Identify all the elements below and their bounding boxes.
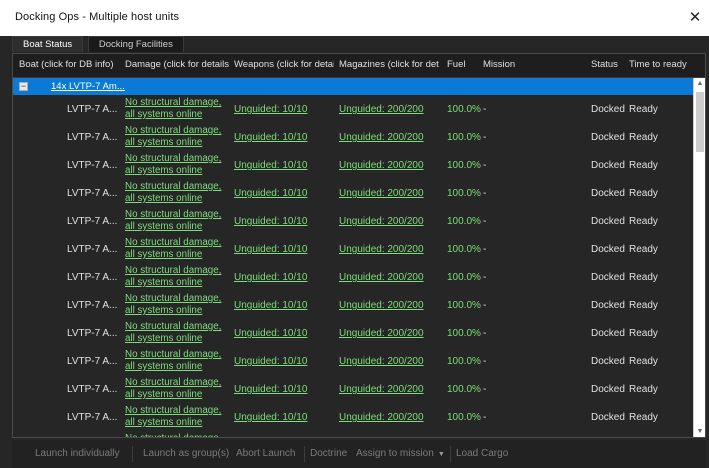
damage-link[interactable]: No structural damage [125,433,229,437]
table-row[interactable]: LVTP-7 A... No structural damage, all sys… [13,179,694,207]
damage-link[interactable]: No structural damage, all systems online [125,125,229,153]
tab-docking-facilities[interactable]: Docking Facilities [87,36,184,52]
damage-link[interactable]: No structural damage, all systems online [125,153,229,181]
docking-ops-window: Docking Ops - Multiple host units ✕ Boat… [0,0,709,468]
damage-link[interactable]: No structural damage, all systems online [125,181,229,209]
launch-as-group-button[interactable]: Launch as group(s) [143,448,229,459]
boat-status-panel: Boat (click for DB info) Damage (click f… [12,53,706,438]
column-header-fuel[interactable]: Fuel [447,59,477,76]
table-row[interactable]: LVTP-7 A... No structural damage, all sys… [13,319,694,347]
column-header-damage[interactable]: Damage (click for details) [125,59,229,76]
toolbar-divider [450,446,451,462]
table-header: Boat (click for DB info) Damage (click f… [13,54,705,78]
toolbar-divider [304,446,305,462]
group-row[interactable]: − 14x LVTP-7 Am... [13,78,694,95]
toolbar-divider [132,446,133,462]
damage-link[interactable]: No structural damage, all systems online [125,265,229,293]
launch-individually-button[interactable]: Launch individually [35,448,120,459]
load-cargo-button[interactable]: Load Cargo [456,448,508,459]
table-row[interactable]: LVTP-7 A... No structural damage, all sys… [13,123,694,151]
bottom-toolbar: Launch individually Launch as group(s) A… [12,440,706,468]
column-header-magazines[interactable]: Magazines (click for details) [339,59,439,76]
scrollbar-thumb[interactable] [696,92,704,152]
assign-to-mission-dropdown[interactable]: Assign to mission ▼ [356,448,445,459]
table-row[interactable]: LVTP-7 A... No structural damage, all sys… [13,235,694,263]
damage-link[interactable]: No structural damage, all systems online [125,293,229,321]
damage-link[interactable]: No structural damage, all systems online [125,405,229,433]
table-row[interactable]: LVTP-7 A... No structural damage, all sys… [13,151,694,179]
vertical-scrollbar[interactable]: ▲ ▼ [693,78,705,437]
tab-boat-status[interactable]: Boat Status [12,36,84,52]
column-header-boat[interactable]: Boat (click for DB info) [19,59,123,76]
damage-link[interactable]: No structural damage, all systems online [125,349,229,377]
tab-bar: Boat Status Docking Facilities [12,36,186,53]
assign-to-mission-label: Assign to mission [356,448,434,459]
column-header-time-to-ready[interactable]: Time to ready [629,59,691,76]
close-icon[interactable]: ✕ [687,10,703,26]
doctrine-button[interactable]: Doctrine [310,448,347,459]
damage-link[interactable]: No structural damage, all systems online [125,237,229,265]
damage-link[interactable]: No structural damage, all systems online [125,209,229,237]
table-row[interactable]: LVTP-7 A... No structural damage, all sys… [13,347,694,375]
chevron-down-icon: ▼ [437,451,445,458]
column-header-weapons[interactable]: Weapons (click for details) [234,59,334,76]
table-row[interactable]: LVTP-7 A... No structural damage, all sys… [13,403,694,431]
column-header-status[interactable]: Status [591,59,625,76]
column-header-mission[interactable]: Mission [483,59,543,76]
table-row[interactable]: LVTP-7 A... No structural damage, all sys… [13,263,694,291]
title-bar: Docking Ops - Multiple host units ✕ [0,0,709,36]
table-body: LVTP-7 A... No structural damage, all sys… [13,95,694,437]
abort-launch-button[interactable]: Abort Launch [236,448,296,459]
table-row[interactable]: No structural damage [13,431,694,437]
damage-link[interactable]: No structural damage, all systems online [125,97,229,125]
table-row[interactable]: LVTP-7 A... No structural damage, all sys… [13,95,694,123]
table-row[interactable]: LVTP-7 A... No structural damage, all sys… [13,375,694,403]
scroll-up-icon[interactable]: ▲ [694,78,705,90]
window-title: Docking Ops - Multiple host units [15,11,180,23]
table-row[interactable]: LVTP-7 A... No structural damage, all sys… [13,207,694,235]
scroll-down-icon[interactable]: ▼ [694,426,705,437]
damage-link[interactable]: No structural damage, all systems online [125,377,229,405]
group-label[interactable]: 14x LVTP-7 Am... [51,81,125,92]
collapse-icon[interactable]: − [19,82,28,91]
damage-link[interactable]: No structural damage, all systems online [125,321,229,349]
table-row[interactable]: LVTP-7 A... No structural damage, all sys… [13,291,694,319]
